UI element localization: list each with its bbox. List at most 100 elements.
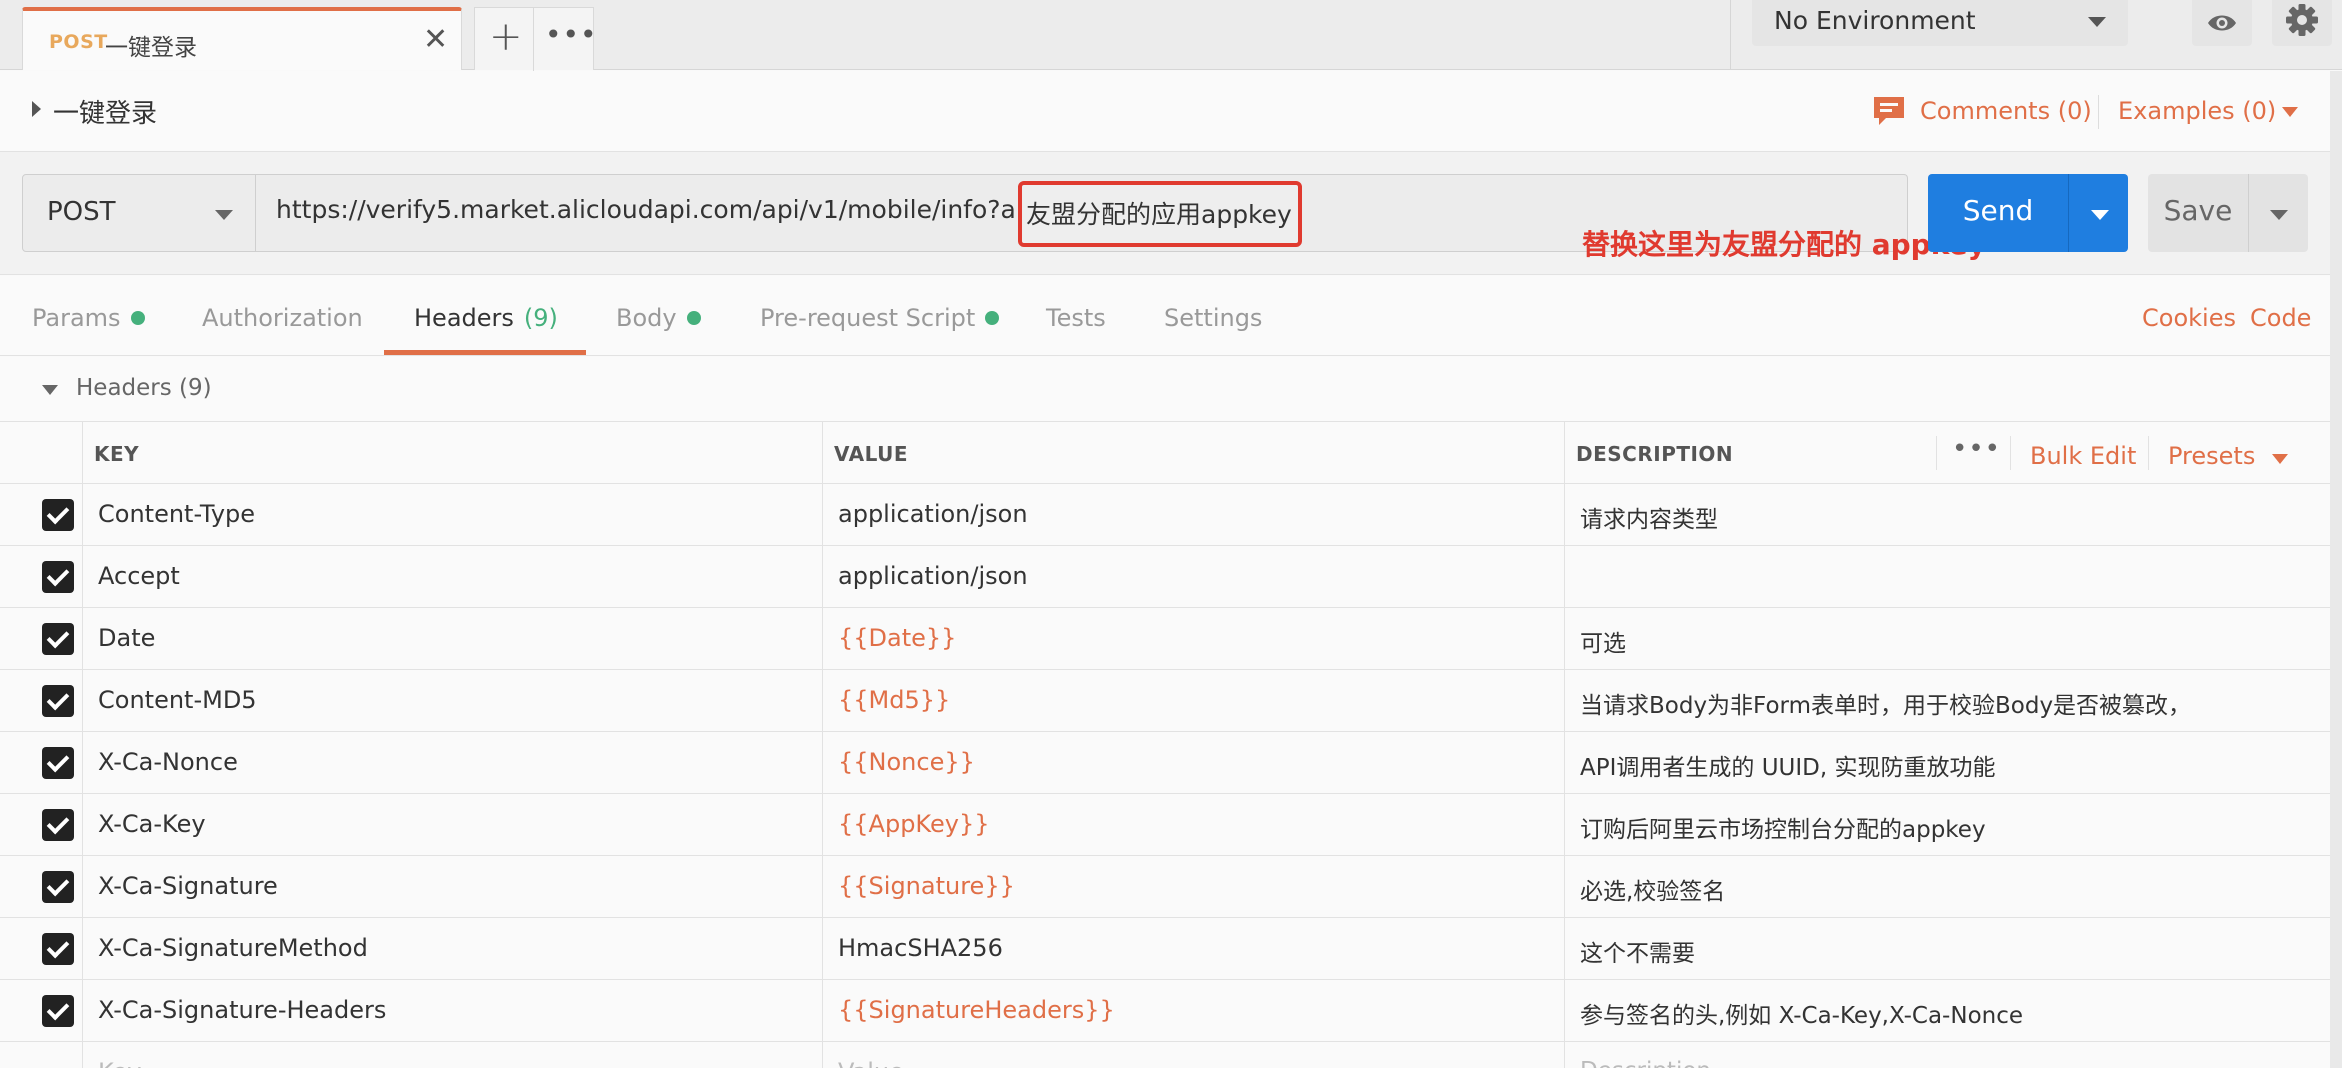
tab-settings-label: Settings (1164, 304, 1263, 332)
row-checkbox[interactable] (42, 871, 74, 903)
row-description[interactable]: 可选 (1580, 624, 1626, 658)
row-key[interactable]: Accept (98, 562, 180, 590)
tab-headers-label: Headers (414, 304, 514, 332)
settings-button[interactable] (2272, 0, 2332, 46)
send-button[interactable]: Send (1928, 174, 2128, 252)
request-title[interactable]: 一键登录 (53, 93, 157, 130)
comments-label: Comments (0) (1920, 97, 2092, 125)
row-checkbox[interactable] (42, 933, 74, 965)
row-value[interactable]: {{Md5}} (838, 686, 950, 714)
tab-pre-request-script-label: Pre-request Script (760, 304, 976, 332)
comments-button[interactable]: Comments (0) (1872, 93, 2092, 129)
tab-settings[interactable]: Settings (1164, 304, 1262, 332)
row-value[interactable]: application/json (838, 562, 1028, 590)
environment-select[interactable]: No Environment (1752, 0, 2128, 46)
tab-authorization[interactable]: Authorization (202, 304, 363, 332)
row-checkbox[interactable] (42, 499, 74, 531)
table-header: KEY VALUE DESCRIPTION ••• Bulk Edit Pres… (0, 422, 2330, 484)
tab-pre-request-script[interactable]: Pre-request Script (760, 304, 1000, 332)
chevron-down-icon[interactable] (2091, 210, 2109, 220)
new-row[interactable]: Key Value Description (0, 1042, 2330, 1068)
row-description[interactable]: API调用者生成的 UUID, 实现防重放功能 (1580, 748, 1995, 782)
row-key[interactable]: X-Ca-Signature (98, 872, 278, 900)
table-row[interactable]: Content-MD5 {{Md5}} 当请求Body为非Form表单时，用于校… (0, 670, 2330, 732)
row-checkbox[interactable] (42, 685, 74, 717)
bulk-edit-button[interactable]: Bulk Edit (2030, 442, 2136, 470)
row-description[interactable]: 必选,校验签名 (1580, 872, 1725, 906)
environment-divider (1730, 0, 1731, 70)
row-value[interactable]: {{SignatureHeaders}} (838, 996, 1115, 1024)
request-tab[interactable]: POST 一键登录 ✕ (22, 7, 462, 70)
table-row[interactable]: Date {{Date}} 可选 (0, 608, 2330, 670)
column-description: DESCRIPTION (1576, 442, 1734, 466)
status-dot-icon (985, 311, 1000, 325)
row-key[interactable]: X-Ca-SignatureMethod (98, 934, 368, 962)
row-description[interactable]: 当请求Body为非Form表单时，用于校验Body是否被篡改， (1580, 686, 2191, 720)
environment-label: No Environment (1774, 6, 1976, 35)
table-row[interactable]: Accept application/json (0, 546, 2330, 608)
new-value-input[interactable]: Value (838, 1058, 904, 1068)
close-icon[interactable]: ✕ (423, 25, 448, 55)
chevron-down-icon[interactable] (2282, 107, 2298, 117)
tab-tests[interactable]: Tests (1046, 304, 1106, 332)
row-description[interactable]: 参与签名的头,例如 X-Ca-Key,X-Ca-Nonce (1580, 996, 2023, 1030)
tab-headers-count: (9) (523, 304, 558, 332)
row-key[interactable]: Content-Type (98, 500, 255, 528)
row-checkbox[interactable] (42, 623, 74, 655)
save-button[interactable]: Save (2148, 174, 2308, 252)
column-value: VALUE (834, 442, 909, 466)
more-icon[interactable]: ••• (545, 18, 598, 51)
tab-body[interactable]: Body (616, 304, 701, 332)
row-key[interactable]: Content-MD5 (98, 686, 257, 714)
row-checkbox[interactable] (42, 561, 74, 593)
new-description-input[interactable]: Description (1580, 1058, 1711, 1068)
caret-right-icon[interactable] (32, 101, 41, 117)
table-row[interactable]: X-Ca-Nonce {{Nonce}} API调用者生成的 UUID, 实现防… (0, 732, 2330, 794)
environment-quick-look-button[interactable] (2192, 0, 2252, 46)
row-value[interactable]: {{Date}} (838, 624, 956, 652)
table-row[interactable]: X-Ca-Key {{AppKey}} 订购后阿里云市场控制台分配的appkey (0, 794, 2330, 856)
row-value[interactable]: HmacSHA256 (838, 934, 1003, 962)
chevron-down-icon[interactable] (2270, 210, 2288, 220)
row-value[interactable]: application/json (838, 500, 1028, 528)
row-checkbox[interactable] (42, 747, 74, 779)
row-checkbox[interactable] (42, 809, 74, 841)
plus-icon[interactable]: + (489, 14, 523, 60)
cookies-link[interactable]: Cookies (2142, 304, 2236, 332)
table-row[interactable]: X-Ca-Signature-Headers {{SignatureHeader… (0, 980, 2330, 1042)
row-value[interactable]: {{Nonce}} (838, 748, 975, 776)
row-key[interactable]: X-Ca-Nonce (98, 748, 238, 776)
url-highlight-box: 友盟分配的应用appkey (1018, 181, 1302, 247)
headers-section-header[interactable]: Headers (9) (0, 357, 2342, 421)
url-input[interactable]: https://verify5.market.alicloudapi.com/a… (256, 174, 1986, 261)
new-key-input[interactable]: Key (98, 1058, 142, 1068)
table-row[interactable]: X-Ca-SignatureMethod HmacSHA256 这个不需要 (0, 918, 2330, 980)
tab-params[interactable]: Params (32, 304, 145, 332)
row-description[interactable]: 请求内容类型 (1580, 500, 1718, 534)
row-value[interactable]: {{AppKey}} (838, 810, 989, 838)
table-row[interactable]: Content-Type application/json 请求内容类型 (0, 484, 2330, 546)
row-value[interactable]: {{Signature}} (838, 872, 1015, 900)
tab-params-label: Params (32, 304, 121, 332)
header-divider (2010, 436, 2011, 470)
row-checkbox[interactable] (42, 995, 74, 1027)
method-select[interactable]: POST (22, 174, 256, 252)
code-link[interactable]: Code (2250, 304, 2311, 332)
examples-button[interactable]: Examples (0) (2118, 97, 2276, 125)
tab-authorization-label: Authorization (202, 304, 363, 332)
scrollbar[interactable] (2330, 71, 2342, 1068)
more-icon[interactable]: ••• (1952, 434, 2001, 464)
row-key[interactable]: X-Ca-Signature-Headers (98, 996, 386, 1024)
name-row-divider (2098, 95, 2099, 129)
caret-down-icon[interactable] (42, 385, 58, 395)
row-key[interactable]: X-Ca-Key (98, 810, 206, 838)
tab-tests-label: Tests (1046, 304, 1106, 332)
presets-button[interactable]: Presets (2168, 442, 2255, 470)
chevron-down-icon[interactable] (2272, 454, 2288, 464)
request-name-row: 一键登录 Comments (0) Examples (0) (0, 71, 2342, 151)
row-description[interactable]: 这个不需要 (1580, 934, 1695, 968)
row-key[interactable]: Date (98, 624, 155, 652)
row-description[interactable]: 订购后阿里云市场控制台分配的appkey (1580, 810, 1986, 844)
tab-headers[interactable]: Headers (9) (414, 304, 558, 332)
table-row[interactable]: X-Ca-Signature {{Signature}} 必选,校验签名 (0, 856, 2330, 918)
